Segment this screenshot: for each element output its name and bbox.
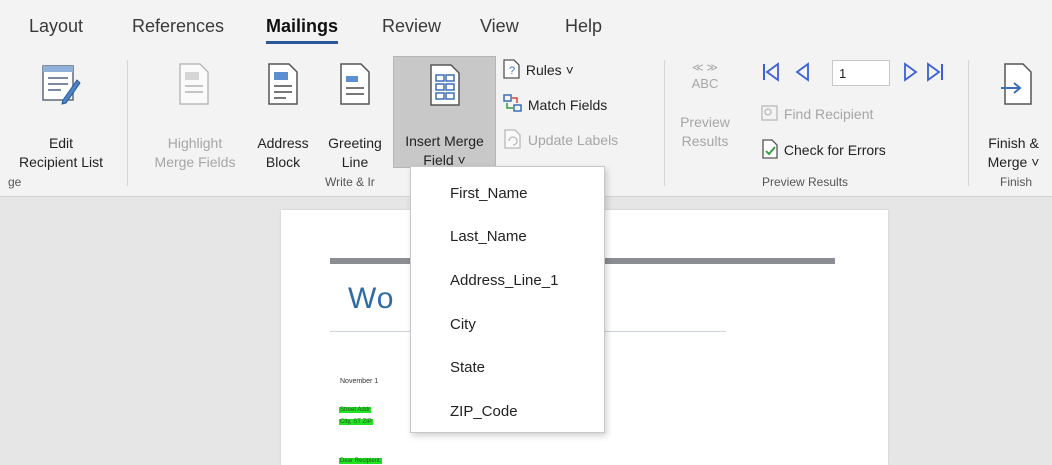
finish-merge-label-1: Finish & — [988, 135, 1039, 151]
highlight-merge-fields-button[interactable]: Highlight Merge Fields — [140, 58, 250, 170]
tab-layout[interactable]: Layout — [29, 16, 83, 37]
rules-button[interactable]: ? Rules ˅ — [502, 58, 574, 80]
edit-recipient-label-2: Recipient List — [18, 154, 104, 170]
document-date[interactable]: November 1 — [340, 378, 378, 385]
finish-merge-button[interactable]: Finish & Merge ˅ — [975, 58, 1052, 170]
abc-label: ABC — [691, 76, 719, 91]
match-fields-button[interactable]: Match Fields — [502, 93, 607, 115]
greeting-line-label-2: Line — [341, 154, 369, 170]
edit-recipient-list-button[interactable]: Edit Recipient List — [0, 58, 122, 170]
document-title[interactable]: Wo — [348, 282, 394, 316]
group-separator — [127, 60, 128, 186]
preview-results-button[interactable]: ≪ ≫ ABC Preview Results — [670, 62, 740, 170]
highlight-label-1: Highlight — [167, 135, 223, 151]
group-label-start-mail-merge: ge — [8, 175, 22, 189]
city-field-highlight[interactable]: City, ST ZIP — [339, 419, 373, 425]
menu-item-last-name[interactable]: Last_Name — [450, 228, 527, 245]
group-separator — [664, 60, 665, 186]
match-fields-label: Match Fields — [527, 97, 608, 113]
group-label-write-insert: Write & Ir — [325, 175, 375, 189]
insert-merge-field-button[interactable]: Insert Merge Field ˅ — [393, 56, 496, 168]
insert-merge-field-icon — [430, 64, 460, 106]
menu-item-first-name[interactable]: First_Name — [450, 185, 528, 202]
find-recipient-icon — [761, 105, 778, 121]
highlight-fields-icon — [179, 63, 209, 105]
svg-text:?: ? — [509, 65, 515, 77]
check-for-errors-button[interactable]: Check for Errors — [760, 138, 886, 160]
tab-references[interactable]: References — [132, 16, 224, 37]
previous-record-icon[interactable] — [794, 62, 810, 82]
finish-merge-icon — [1001, 63, 1032, 105]
next-record-icon[interactable] — [903, 62, 919, 82]
menu-item-zip-code[interactable]: ZIP_Code — [450, 403, 518, 420]
address-block-label-2: Block — [265, 154, 301, 170]
group-separator — [968, 60, 969, 186]
edit-list-icon — [42, 65, 81, 105]
address-block-button[interactable]: Address Block — [248, 58, 318, 170]
menu-item-address-line-1[interactable]: Address_Line_1 — [450, 272, 558, 289]
record-number-input[interactable]: 1 — [832, 60, 890, 86]
match-fields-icon — [503, 94, 522, 112]
tab-help[interactable]: Help — [565, 16, 602, 37]
find-recipient-label: Find Recipient — [783, 106, 874, 122]
greeting-line-button[interactable]: Greeting Line — [318, 58, 392, 170]
find-recipient-button[interactable]: Find Recipient — [760, 103, 873, 123]
address-block-icon — [268, 63, 298, 105]
salutation-field-highlight[interactable]: Dear Recipient: — [339, 458, 383, 464]
update-labels-button[interactable]: Update Labels — [502, 128, 618, 150]
insert-merge-field-dropdown: First_Name Last_Name Address_Line_1 City… — [410, 166, 605, 433]
first-record-icon[interactable] — [762, 62, 780, 82]
tab-mailings[interactable]: Mailings — [266, 16, 339, 44]
menu-item-state[interactable]: State — [450, 359, 485, 376]
tab-review[interactable]: Review — [382, 16, 441, 37]
check-for-errors-label: Check for Errors — [783, 142, 886, 158]
update-labels-label: Update Labels — [527, 132, 619, 148]
address-block-label-1: Address — [257, 135, 309, 151]
greeting-line-label-1: Greeting — [328, 135, 382, 151]
ribbon-tabs: Layout References Mailings Review View H… — [0, 0, 1052, 52]
group-label-finish: Finish — [1000, 175, 1033, 189]
rules-label: Rules ˅ — [525, 62, 574, 78]
group-label-preview-results: Preview Results — [762, 175, 849, 189]
address-field-highlight[interactable]: Street Addr — [339, 407, 372, 413]
check-errors-icon — [762, 139, 778, 159]
tab-view[interactable]: View — [480, 16, 519, 37]
rules-icon: ? — [503, 59, 520, 79]
edit-recipient-label-1: Edit — [48, 135, 74, 151]
highlight-label-2: Merge Fields — [154, 154, 236, 170]
last-record-icon[interactable] — [926, 62, 944, 82]
preview-results-label-1: Preview — [680, 114, 730, 130]
preview-results-label-2: Results — [681, 133, 729, 149]
greeting-line-icon — [340, 63, 370, 105]
menu-item-city[interactable]: City — [450, 316, 476, 333]
insert-merge-field-label-1: Insert Merge — [405, 133, 484, 149]
finish-merge-label-2: Merge ˅ — [987, 154, 1040, 170]
update-labels-icon — [504, 129, 521, 149]
